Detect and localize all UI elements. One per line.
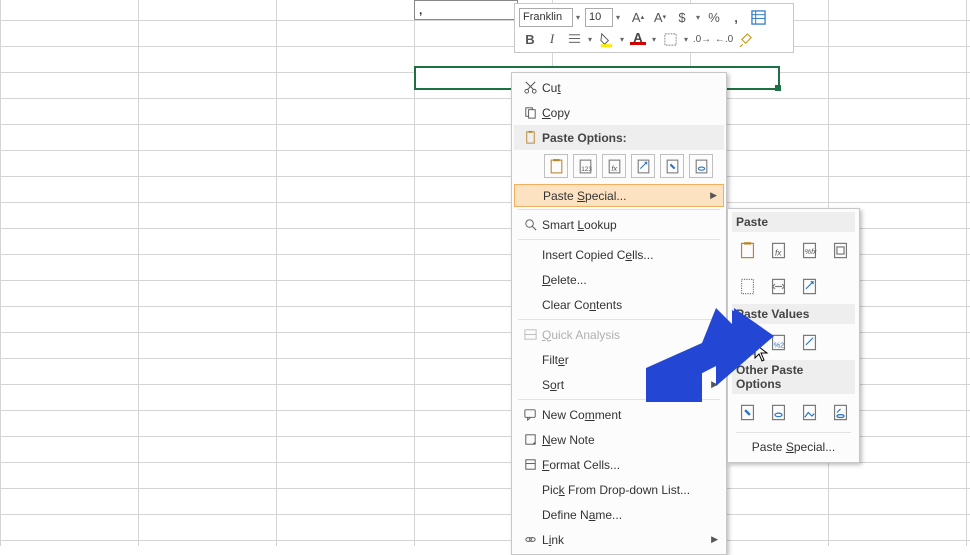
svg-text:fx: fx bbox=[774, 247, 781, 257]
menu-new-note[interactable]: New Note bbox=[514, 427, 724, 452]
paste-values-source-fmt-icon[interactable] bbox=[796, 329, 822, 355]
svg-text:%fx: %fx bbox=[804, 248, 816, 256]
menu-new-comment[interactable]: New Comment bbox=[514, 402, 724, 427]
align-icon[interactable] bbox=[563, 29, 585, 49]
currency-caret-icon[interactable]: ▾ bbox=[693, 13, 703, 22]
paste-link-icon[interactable] bbox=[765, 399, 791, 425]
svg-text:%2: %2 bbox=[773, 341, 783, 349]
format-painter-icon[interactable] bbox=[735, 29, 757, 49]
clipboard-icon bbox=[518, 130, 542, 145]
menu-define-name[interactable]: Define Name... bbox=[514, 502, 724, 527]
comment-icon bbox=[518, 407, 542, 422]
paste-all-icon[interactable] bbox=[544, 154, 568, 178]
font-size-caret-icon[interactable]: ▾ bbox=[613, 13, 623, 22]
italic-button[interactable]: I bbox=[541, 29, 563, 49]
menu-clear-contents[interactable]: Clear Contents bbox=[514, 292, 724, 317]
paste-picture-icon[interactable] bbox=[796, 399, 822, 425]
borders-icon[interactable] bbox=[659, 29, 681, 49]
paste-all-icon[interactable] bbox=[734, 237, 760, 263]
submenu-arrow-icon: ▶ bbox=[711, 534, 718, 545]
decrease-font-icon[interactable]: A▾ bbox=[649, 7, 671, 27]
paste-transpose-icon[interactable] bbox=[631, 154, 655, 178]
search-icon bbox=[518, 217, 542, 232]
menu-delete[interactable]: Delete... bbox=[514, 267, 724, 292]
menu-paste-options-header: Paste Options: bbox=[514, 125, 724, 150]
submenu-arrow-icon: ▶ bbox=[711, 354, 718, 365]
cell-text: , bbox=[419, 3, 422, 17]
menu-cut[interactable]: Cut bbox=[514, 75, 724, 100]
svg-text:123: 123 bbox=[581, 165, 592, 172]
menu-link[interactable]: Link ▶ bbox=[514, 527, 724, 552]
paste-transpose-icon[interactable] bbox=[796, 273, 822, 299]
menu-filter[interactable]: Filter ▶ bbox=[514, 347, 724, 372]
fill-caret-icon[interactable]: ▾ bbox=[617, 35, 627, 44]
menu-insert-copied[interactable]: Insert Copied Cells... bbox=[514, 242, 724, 267]
quick-analysis-icon bbox=[518, 327, 542, 342]
menu-sort[interactable]: Sort ▶ bbox=[514, 372, 724, 397]
paste-formulas-icon[interactable]: fx bbox=[765, 237, 791, 263]
submenu-other-header: Other Paste Options bbox=[732, 360, 855, 394]
paste-formatting-only-icon[interactable] bbox=[734, 399, 760, 425]
paste-values-only-icon[interactable] bbox=[734, 329, 760, 355]
decrease-decimal-icon[interactable]: ←.0 bbox=[713, 29, 735, 49]
paste-formulas-fx-icon[interactable]: fx bbox=[602, 154, 626, 178]
format-cells-icon bbox=[518, 457, 542, 472]
svg-text:fx: fx bbox=[611, 163, 617, 172]
mini-toolbar: Franklin ▾ 10 ▾ A▴ A▾ $ ▾ % , B I ▾ ▾ A … bbox=[514, 3, 794, 53]
paste-values-123-icon[interactable]: 123 bbox=[573, 154, 597, 178]
paste-formulas-number-icon[interactable]: %fx bbox=[796, 237, 822, 263]
paste-link-icon[interactable] bbox=[689, 154, 713, 178]
paste-keep-source-icon[interactable] bbox=[827, 237, 853, 263]
percent-icon[interactable]: % bbox=[703, 7, 725, 27]
menu-smart-lookup[interactable]: Smart Lookup bbox=[514, 212, 724, 237]
font-color-icon[interactable]: A bbox=[627, 29, 649, 49]
increase-decimal-icon[interactable]: .0→ bbox=[691, 29, 713, 49]
menu-format-cells[interactable]: Format Cells... bbox=[514, 452, 724, 477]
paste-values-number-fmt-icon[interactable]: %2 bbox=[765, 329, 791, 355]
note-icon bbox=[518, 432, 542, 447]
cell-with-data[interactable]: , bbox=[414, 0, 518, 20]
submenu-paste-values-header: Paste Values bbox=[732, 304, 855, 324]
submenu-arrow-icon: ▶ bbox=[710, 190, 717, 201]
copy-icon bbox=[518, 105, 542, 120]
menu-paste-special[interactable]: Paste Special... ▶ bbox=[514, 184, 724, 207]
submenu-paste-header: Paste bbox=[732, 212, 855, 232]
link-icon bbox=[518, 532, 542, 547]
font-name-caret-icon[interactable]: ▾ bbox=[573, 13, 583, 22]
font-name-combo[interactable]: Franklin bbox=[519, 8, 573, 27]
fill-color-icon[interactable] bbox=[595, 29, 617, 49]
font-size-combo[interactable]: 10 bbox=[585, 8, 613, 27]
menu-copy[interactable]: Copy bbox=[514, 100, 724, 125]
borders-caret-icon[interactable]: ▾ bbox=[681, 35, 691, 44]
paste-formatting-icon[interactable] bbox=[660, 154, 684, 178]
currency-icon[interactable]: $ bbox=[671, 7, 693, 27]
bold-button[interactable]: B bbox=[519, 29, 541, 49]
paste-special-submenu: Paste fx %fx Paste Values %2 Other Paste… bbox=[727, 208, 860, 463]
submenu-paste-special-item[interactable]: Paste Special... bbox=[732, 435, 855, 459]
scissors-icon bbox=[518, 80, 542, 95]
menu-pick-list[interactable]: Pick From Drop-down List... bbox=[514, 477, 724, 502]
font-color-caret-icon[interactable]: ▾ bbox=[649, 35, 659, 44]
format-cells-dialog-icon[interactable] bbox=[747, 7, 769, 27]
paste-linked-picture-icon[interactable] bbox=[827, 399, 853, 425]
submenu-arrow-icon: ▶ bbox=[711, 379, 718, 390]
paste-column-widths-icon[interactable] bbox=[765, 273, 791, 299]
paste-no-borders-icon[interactable] bbox=[734, 273, 760, 299]
paste-options-row: 123 fx bbox=[514, 150, 724, 184]
context-menu: Cut Copy Paste Options: 123 fx Paste Spe… bbox=[511, 72, 727, 555]
menu-quick-analysis: Quick Analysis bbox=[514, 322, 724, 347]
increase-font-icon[interactable]: A▴ bbox=[627, 7, 649, 27]
align-caret-icon[interactable]: ▾ bbox=[585, 35, 595, 44]
comma-style-icon[interactable]: , bbox=[725, 7, 747, 27]
